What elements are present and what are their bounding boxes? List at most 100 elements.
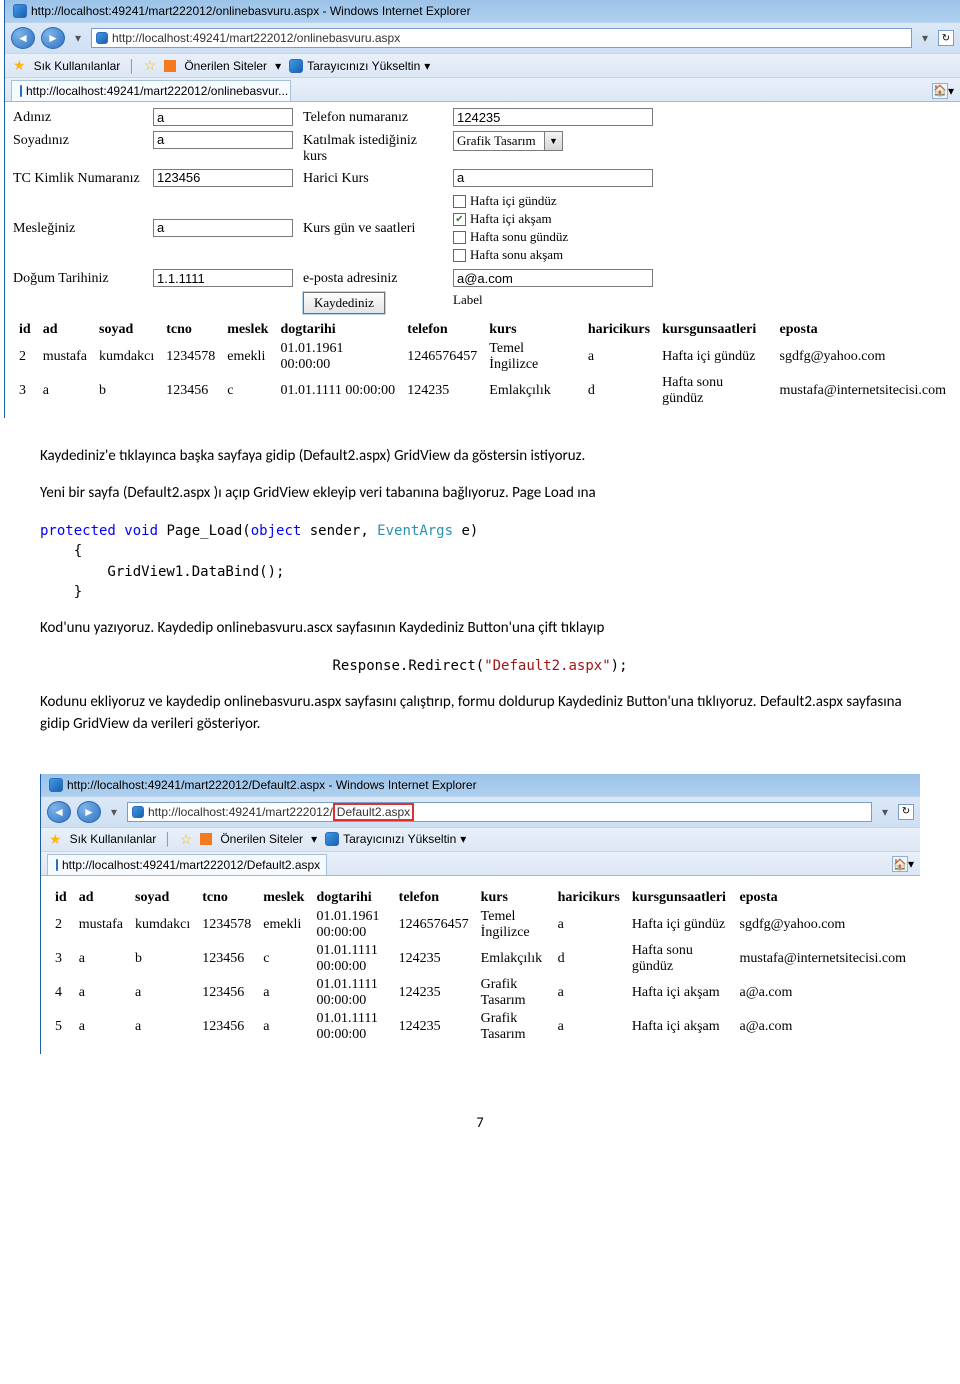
nav-dropdown-icon[interactable]: ▾ <box>107 805 121 819</box>
tab-title: http://localhost:49241/mart222012/Defaul… <box>62 858 320 872</box>
col-telefon: telefon <box>393 888 475 908</box>
col-soyad: soyad <box>129 888 196 908</box>
url-text: http://localhost:49241/mart222012/Defaul… <box>148 805 414 819</box>
cb-hafta-ici-gunduz[interactable]: Hafta içi gündüz <box>453 193 653 209</box>
application-form: Adınız Telefon numaranız Soyadınız Katıl… <box>13 108 952 314</box>
label-meslek: Mesleğiniz <box>13 219 143 237</box>
refresh-button[interactable]: ↻ <box>898 804 914 820</box>
result-label: Label <box>453 292 653 314</box>
tab-bar: http://localhost:49241/mart222012/online… <box>5 77 960 101</box>
label-dogum: Doğum Tarihiniz <box>13 269 143 288</box>
input-tc[interactable] <box>153 169 293 187</box>
url-dropdown-icon[interactable]: ▾ <box>918 31 932 45</box>
back-button[interactable]: ◄ <box>11 27 35 49</box>
col-ad: ad <box>73 888 129 908</box>
home-icon[interactable]: 🏠 <box>932 83 948 99</box>
home-icon[interactable]: 🏠 <box>892 856 908 872</box>
label-soyadiniz: Soyadınız <box>13 131 143 165</box>
browser-tab[interactable]: http://localhost:49241/mart222012/online… <box>11 80 291 101</box>
document-body: Kaydediniz'e tıklayınca başka sayfaya gi… <box>0 418 960 762</box>
upgrade-browser[interactable]: Tarayıcınızı Yükseltin ▾ <box>325 832 466 846</box>
url-field[interactable]: http://localhost:49241/mart222012/online… <box>91 28 912 48</box>
col-soyad: soyad <box>93 320 160 340</box>
col-meslek: meslek <box>257 888 310 908</box>
table-row: 3ab123456c01.01.1111 00:00:00124235Emlak… <box>13 374 952 408</box>
kaydediniz-button[interactable]: Kaydediniz <box>303 292 385 314</box>
col-haricikurs: haricikurs <box>582 320 656 340</box>
col-telefon: telefon <box>401 320 483 340</box>
col-id: id <box>49 888 73 908</box>
code-block-1: protected void Page_Load(object sender, … <box>40 521 920 602</box>
checkbox-group-saatler: Hafta içi gündüz Hafta içi akşam Hafta s… <box>453 191 653 265</box>
star-add-icon[interactable]: ☆ <box>144 57 157 74</box>
col-haricikurs: haricikurs <box>552 888 626 908</box>
suggested-sites[interactable]: Önerilen Siteler <box>184 59 267 73</box>
star-icon[interactable]: ★ <box>13 57 26 74</box>
input-telefon[interactable] <box>453 108 653 126</box>
para-3: Kod'unu yazıyoruz. Kaydedip onlinebasvur… <box>40 618 920 640</box>
col-id: id <box>13 320 37 340</box>
para-4: Kodunu ekliyoruz ve kaydedip onlinebasvu… <box>40 692 920 736</box>
table-row: 4aa123456a01.01.1111 00:00:00124235Grafi… <box>49 976 912 1010</box>
input-adiniz[interactable] <box>153 108 293 126</box>
star-icon[interactable]: ★ <box>49 831 62 848</box>
page-content-2: idadsoyadtcnomeslekdogtarihitelefonkursh… <box>41 875 920 1054</box>
gridview-1: idadsoyadtcnomeslekdogtarihitelefonkursh… <box>13 320 952 408</box>
cb-hafta-sonu-gunduz[interactable]: Hafta sonu gündüz <box>453 229 653 245</box>
titlebar: http://localhost:49241/mart222012/online… <box>5 0 960 22</box>
back-button[interactable]: ◄ <box>47 801 71 823</box>
col-tcno: tcno <box>160 320 221 340</box>
nav-dropdown-icon[interactable]: ▾ <box>71 31 85 45</box>
favorites-bar: ★ Sık Kullanılanlar │ ☆ Önerilen Siteler… <box>41 827 920 851</box>
para-1: Kaydediniz'e tıklayınca başka sayfaya gi… <box>40 446 920 468</box>
input-harici[interactable] <box>453 169 653 187</box>
refresh-button[interactable]: ↻ <box>938 30 954 46</box>
table-row: 2mustafakumdakcı1234578emekli01.01.1961 … <box>13 340 952 374</box>
ie-icon <box>325 832 339 846</box>
label-harici: Harici Kurs <box>303 169 443 188</box>
upgrade-browser[interactable]: Tarayıcınızı Yükseltin ▾ <box>289 59 430 73</box>
input-eposta[interactable] <box>453 269 653 287</box>
url-field[interactable]: http://localhost:49241/mart222012/Defaul… <box>127 802 872 822</box>
col-tcno: tcno <box>196 888 257 908</box>
table-row: 5aa123456a01.01.1111 00:00:00124235Grafi… <box>49 1010 912 1044</box>
input-meslek[interactable] <box>153 219 293 237</box>
label-tc: TC Kimlik Numaranız <box>13 169 143 188</box>
input-dogum[interactable] <box>153 269 293 287</box>
titlebar: http://localhost:49241/mart222012/Defaul… <box>41 774 920 796</box>
star-add-icon[interactable]: ☆ <box>180 831 193 848</box>
forward-button[interactable]: ► <box>41 27 65 49</box>
col-kursgunsaatleri: kursgunsaatleri <box>656 320 773 340</box>
input-soyadiniz[interactable] <box>153 131 293 149</box>
label-saatleri: Kurs gün ve saatleri <box>303 219 443 237</box>
label-eposta: e-posta adresiniz <box>303 269 443 288</box>
cb-hafta-sonu-aksam[interactable]: Hafta sonu akşam <box>453 247 653 263</box>
window-title: http://localhost:49241/mart222012/Defaul… <box>67 778 477 792</box>
forward-button[interactable]: ► <box>77 801 101 823</box>
page-icon <box>96 32 108 44</box>
gv1-header-row: idadsoyadtcnomeslekdogtarihitelefonkursh… <box>13 320 952 340</box>
col-ad: ad <box>37 320 93 340</box>
gv2-header-row: idadsoyadtcnomeslekdogtarihitelefonkursh… <box>49 888 912 908</box>
col-eposta: eposta <box>734 888 913 908</box>
browser-tab[interactable]: http://localhost:49241/mart222012/Defaul… <box>47 854 327 875</box>
suggested-sites[interactable]: Önerilen Siteler <box>220 832 303 846</box>
table-row: 2mustafakumdakcı1234578emekli01.01.1961 … <box>49 908 912 942</box>
cb-hafta-ici-aksam[interactable]: Hafta içi akşam <box>453 211 653 227</box>
col-kurs: kurs <box>483 320 582 340</box>
suggested-icon <box>200 833 212 845</box>
select-kurs[interactable]: Grafik Tasarım ▼ <box>453 131 563 151</box>
label-kurs: Katılmak istediğiniz kurs <box>303 131 443 165</box>
chevron-down-icon: ▼ <box>544 132 562 150</box>
page-number: 7 <box>0 1114 960 1131</box>
page-content: Adınız Telefon numaranız Soyadınız Katıl… <box>5 101 960 418</box>
ie-window-1: http://localhost:49241/mart222012/online… <box>4 0 960 418</box>
url-highlight: Default2.aspx <box>333 803 414 821</box>
address-bar: ◄ ► ▾ http://localhost:49241/mart222012/… <box>5 22 960 53</box>
favorites-label: Sık Kullanılanlar <box>70 832 157 846</box>
url-dropdown-icon[interactable]: ▾ <box>878 805 892 819</box>
col-kursgunsaatleri: kursgunsaatleri <box>626 888 734 908</box>
ie-icon <box>56 859 58 871</box>
table-row: 3ab123456c01.01.1111 00:00:00124235Emlak… <box>49 942 912 976</box>
col-eposta: eposta <box>774 320 952 340</box>
